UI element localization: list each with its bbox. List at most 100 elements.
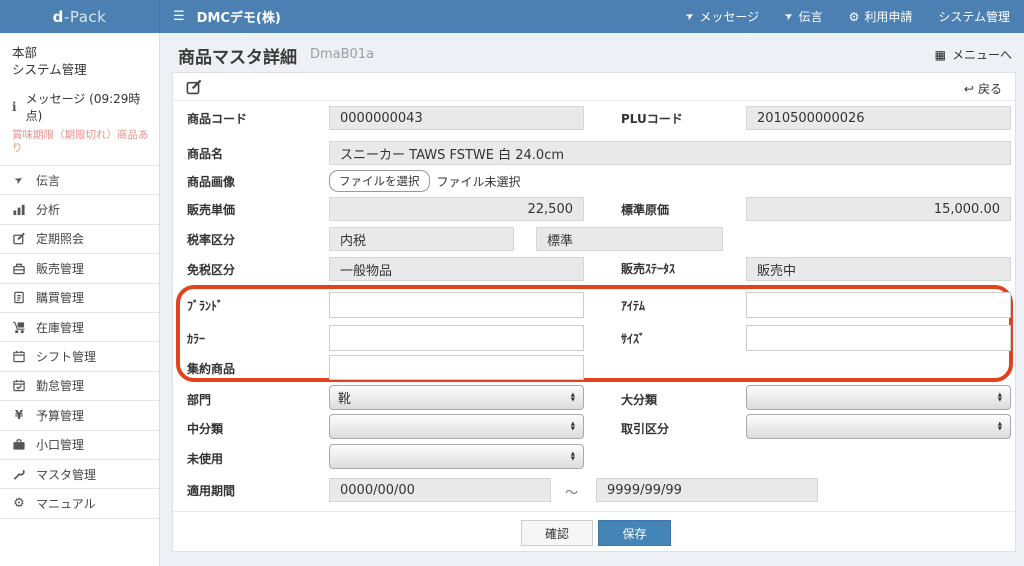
sales-status-label: 販売ｽﾃｰﾀｽ [621, 260, 675, 277]
edit-icon[interactable] [186, 79, 202, 95]
sidebar-item-label: 勤怠管理 [36, 377, 84, 394]
sales-status-input[interactable] [746, 257, 1011, 281]
sidebar-item-shift-management[interactable]: シフト管理 [0, 342, 159, 371]
nav-item-usage-application[interactable]: ⚙利用申請 [849, 8, 913, 25]
standard-cost-input[interactable] [746, 197, 1011, 221]
item-input[interactable] [746, 292, 1011, 318]
save-button[interactable]: 保存 [598, 520, 671, 546]
plu-code-input[interactable] [746, 106, 1011, 130]
nav-item-label: 伝言 [799, 8, 823, 25]
confirm-button[interactable]: 確認 [521, 520, 593, 546]
aggregate-product-label: 集約商品 [187, 360, 235, 377]
transaction-type-select[interactable]: ▲▼ [746, 414, 1011, 439]
sidebar-item-label: マニュアル [36, 495, 96, 512]
major-category-select[interactable]: ▲▼ [746, 385, 1011, 410]
org-role: システム管理 [12, 61, 147, 78]
sidebar-item-manual[interactable]: ⚙ マニュアル [0, 489, 159, 518]
org-info: 本部 システム管理 [0, 33, 159, 82]
menu-link[interactable]: ▦メニューへ [935, 46, 1012, 63]
sidebar-item-messages[interactable]: i メッセージ (09:29時点) 賞味期限（期限切れ）商品あり [0, 82, 159, 166]
file-input: ファイルを選択 ファイル未選択 [329, 170, 521, 192]
sidebar-item-periodic-inquiry[interactable]: 定期照会 [0, 225, 159, 254]
select-stepper-icon: ▲▼ [998, 393, 1002, 402]
nav-item-label: システム管理 [938, 8, 1010, 25]
brand-label: ﾌﾞﾗﾝﾄﾞ [187, 297, 223, 314]
sidebar-item-petty-cash-management[interactable]: 小口管理 [0, 431, 159, 460]
file-select-button[interactable]: ファイルを選択 [329, 170, 430, 192]
aggregate-product-input[interactable] [329, 355, 584, 380]
gear-icon: ⚙ [849, 10, 860, 24]
size-input[interactable] [746, 325, 1011, 351]
unit-price-input[interactable] [329, 197, 584, 221]
paper-plane-icon: ➤ [10, 172, 28, 189]
plu-code-label: PLUコード [621, 110, 683, 127]
screen-id: DmaB01a [310, 47, 374, 62]
nav-item-system-admin[interactable]: システム管理 [938, 8, 1010, 25]
product-name-label: 商品名 [187, 145, 223, 162]
sidebar: 本部 システム管理 i メッセージ (09:29時点) 賞味期限（期限切れ）商品あ… [0, 33, 160, 566]
sidebar-item-attendance-management[interactable]: 勤怠管理 [0, 372, 159, 401]
expiry-alert: 賞味期限（期限切れ）商品あり [12, 129, 149, 155]
top-navbar: d-Pack ☰ DMCデモ(株) ➤メッセージ ➤伝言 ⚙利用申請 システム管… [0, 0, 1024, 33]
main-content: 商品マスタ詳細 DmaB01a ▦メニューへ ↩戻る 商品コード PLUコード … [160, 33, 1024, 566]
menu-icon[interactable]: ☰ [173, 9, 185, 24]
standard-cost-label: 標準原価 [621, 201, 669, 218]
message-label: メッセージ (09:29時点) [26, 90, 149, 124]
company-name: DMCデモ(株) [197, 7, 281, 26]
unused-select[interactable]: ▲▼ [329, 444, 584, 469]
sidebar-item-budget-management[interactable]: ¥予算管理 [0, 401, 159, 430]
file-status-text: ファイル未選択 [437, 173, 521, 190]
wrench-icon [12, 468, 26, 481]
department-label: 部門 [187, 391, 211, 408]
document-icon [12, 291, 26, 304]
sidebar-item-label: シフト管理 [36, 348, 96, 365]
sidebar-menu: ➤伝言 分析 定期照会 販売管理 購買管理 在庫管理 シフト管理 勤怠管理 ¥予… [0, 166, 159, 519]
tax-free-type-input[interactable] [329, 257, 584, 281]
sidebar-item-analysis[interactable]: 分析 [0, 195, 159, 224]
page-header: 商品マスタ詳細 DmaB01a ▦メニューへ [160, 33, 1024, 72]
paper-plane-icon: ➤ [684, 10, 697, 24]
nav-item-memo[interactable]: ➤伝言 [785, 8, 822, 25]
product-image-label: 商品画像 [187, 173, 235, 190]
select-stepper-icon: ▲▼ [571, 393, 575, 402]
brand-input[interactable] [329, 292, 584, 318]
brand-logo[interactable]: d-Pack [0, 0, 160, 33]
apply-period-from-input[interactable] [329, 478, 551, 502]
page-title: 商品マスタ詳細 [178, 43, 297, 68]
product-code-label: 商品コード [187, 110, 247, 127]
navbar-menu: ➤メッセージ ➤伝言 ⚙利用申請 システム管理 [686, 8, 1024, 25]
color-label: ｶﾗｰ [187, 330, 205, 347]
select-stepper-icon: ▲▼ [998, 422, 1002, 431]
nav-item-messages[interactable]: ➤メッセージ [686, 8, 759, 25]
tax-rate-input[interactable] [536, 227, 723, 251]
info-icon: i [12, 100, 17, 114]
major-category-label: 大分類 [621, 391, 657, 408]
back-link[interactable]: ↩戻る [964, 80, 1002, 97]
unused-label: 未使用 [187, 450, 223, 467]
item-label: ｱｲﾃﾑ [621, 297, 645, 314]
nav-item-label: メッセージ [699, 8, 759, 25]
sidebar-item-purchase-management[interactable]: 購買管理 [0, 284, 159, 313]
department-select[interactable]: 靴▲▼ [329, 385, 584, 410]
sidebar-item-inventory-management[interactable]: 在庫管理 [0, 313, 159, 342]
select-stepper-icon: ▲▼ [571, 422, 575, 431]
sidebar-item-sales-management[interactable]: 販売管理 [0, 254, 159, 283]
sidebar-item-label: 分析 [36, 201, 60, 218]
middle-category-select[interactable]: ▲▼ [329, 414, 584, 439]
sidebar-item-memo[interactable]: ➤伝言 [0, 166, 159, 195]
cogs-icon: ⚙ [12, 496, 26, 511]
back-arrow-icon: ↩ [964, 82, 974, 96]
org-name: 本部 [12, 44, 147, 61]
transaction-type-label: 取引区分 [621, 420, 669, 437]
bar-chart-icon [12, 203, 26, 216]
product-name-input[interactable] [329, 141, 1011, 165]
sidebar-item-label: 小口管理 [36, 436, 84, 453]
menu-link-label: メニューへ [952, 46, 1012, 63]
product-code-input[interactable] [329, 106, 584, 130]
color-input[interactable] [329, 325, 584, 351]
tax-type-input[interactable] [329, 227, 514, 251]
apply-period-to-input[interactable] [596, 478, 818, 502]
size-label: ｻｲｽﾞ [621, 330, 645, 347]
sidebar-item-label: 販売管理 [36, 260, 84, 277]
sidebar-item-master-management[interactable]: マスタ管理 [0, 460, 159, 489]
